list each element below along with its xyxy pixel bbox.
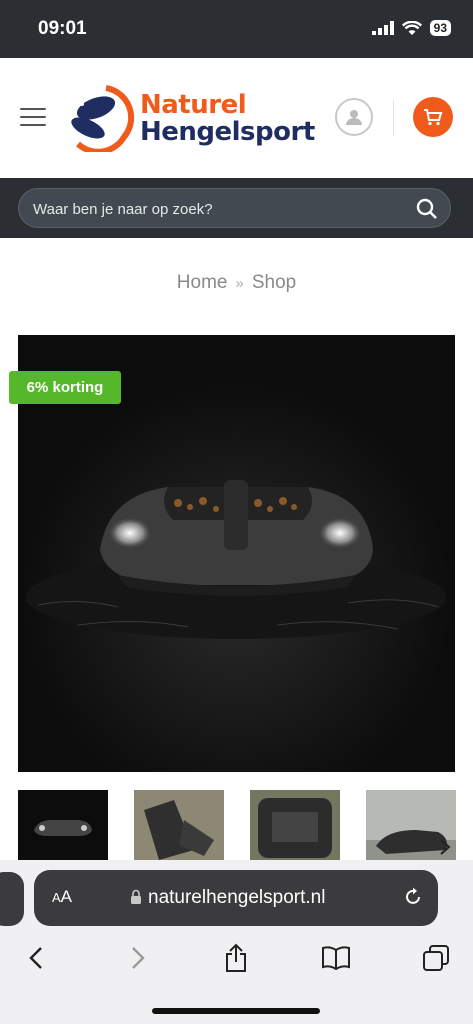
tabs-button[interactable] [416, 940, 456, 976]
search-placeholder: Waar ben je naar op zoek? [33, 201, 213, 218]
reader-settings-button[interactable]: AA [52, 887, 72, 907]
aa-large: A [60, 887, 73, 906]
back-button[interactable] [16, 940, 56, 976]
signal-icon [371, 21, 394, 35]
bookmarks-button[interactable] [316, 940, 356, 976]
breadcrumb-separator: » [235, 275, 244, 292]
battery-indicator: 93 [429, 20, 451, 36]
breadcrumb: Home » Shop [0, 272, 473, 294]
previous-tab-preview[interactable] [0, 872, 24, 926]
cart-icon [424, 109, 443, 126]
cart-button[interactable] [413, 97, 453, 137]
thumbnail-1[interactable] [18, 790, 108, 862]
breadcrumb-home[interactable]: Home [177, 272, 228, 293]
chevron-right-icon[interactable] [439, 838, 451, 856]
status-time: 09:01 [38, 18, 87, 39]
search-band: Waar ben je naar op zoek? [0, 178, 473, 238]
breadcrumb-current[interactable]: Shop [252, 272, 296, 293]
search-icon[interactable] [416, 198, 438, 220]
forward-button[interactable] [118, 940, 158, 976]
lock-icon [131, 889, 141, 904]
search-input[interactable]: Waar ben je naar op zoek? [18, 188, 451, 228]
thumbnail-strip [18, 790, 473, 862]
share-button[interactable] [216, 940, 256, 976]
url-text: naturelhengelsport.nl [148, 887, 326, 908]
logo-line1: Naturel [140, 90, 247, 120]
site-logo[interactable]: Naturel Hengelsport [66, 82, 316, 154]
site-header: Naturel Hengelsport [0, 58, 473, 178]
thumbnail-2[interactable] [134, 790, 224, 862]
logo-text: Naturel Hengelsport [140, 92, 315, 146]
logo-line2: Hengelsport [140, 117, 315, 147]
fish-logo-icon [71, 85, 135, 152]
thumbnail-3[interactable] [250, 790, 340, 862]
status-icons: 93 [371, 20, 451, 36]
book-icon [322, 946, 350, 970]
address-bar[interactable]: AA naturelhengelsport.nl [34, 870, 438, 926]
aa-small: A [52, 890, 61, 905]
back-icon [29, 947, 42, 969]
wifi-icon [401, 20, 422, 35]
share-icon [226, 943, 246, 972]
reload-icon[interactable] [402, 886, 424, 908]
tabs-icon [423, 945, 449, 971]
user-icon [346, 110, 362, 125]
discount-badge: 6% korting [9, 371, 121, 404]
header-divider [393, 100, 394, 136]
hamburger-icon[interactable] [20, 108, 46, 128]
forward-icon [132, 947, 145, 969]
home-indicator [152, 1008, 320, 1014]
status-bar: 09:01 93 [0, 0, 473, 58]
browser-toolbar [0, 940, 473, 980]
account-button[interactable] [335, 98, 373, 136]
